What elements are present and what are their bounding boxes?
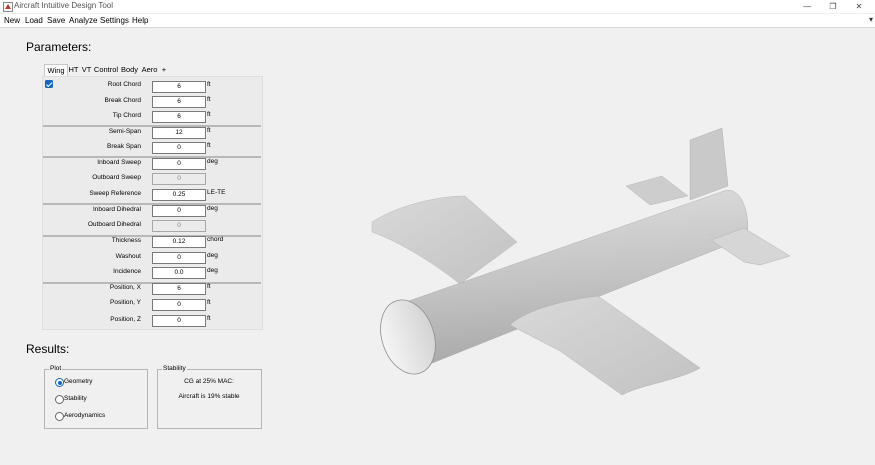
root-chord-unit: ft xyxy=(207,81,211,88)
menu-bar: New Load Save Analyze Settings Help ▾ xyxy=(0,14,875,28)
break-chord-input[interactable]: 6 xyxy=(152,96,206,108)
menu-load[interactable]: Load xyxy=(25,16,43,25)
root-chord-input[interactable]: 6 xyxy=(152,81,206,93)
plot-group-legend: Plot xyxy=(49,365,63,372)
tab-add[interactable]: + xyxy=(160,64,168,76)
break-span-unit: ft xyxy=(207,142,211,149)
menu-help[interactable]: Help xyxy=(132,16,148,25)
outboard-sweep-input: 0 xyxy=(152,173,206,185)
inboard-sweep-input[interactable]: 0 xyxy=(152,158,206,170)
break-span-label: Break Span xyxy=(107,143,141,150)
position-x-label: Position, X xyxy=(109,284,141,291)
incidence-input[interactable]: 0.0 xyxy=(152,267,206,279)
break-span-input[interactable]: 0 xyxy=(152,142,206,154)
outboard-dihedral-label: Outboard Dihedral xyxy=(87,221,141,228)
maximize-button[interactable]: ❐ xyxy=(820,0,846,13)
menu-new[interactable]: New xyxy=(4,16,20,25)
position-x-unit: ft xyxy=(207,283,211,290)
tip-chord-label: Tip Chord xyxy=(112,112,141,119)
sweep-reference-unit: LE-TE xyxy=(207,189,226,196)
inboard-dihedral-input[interactable]: 0 xyxy=(152,205,206,217)
close-button[interactable]: ✕ xyxy=(846,0,872,13)
incidence-unit: deg xyxy=(207,267,218,274)
tip-chord-input[interactable]: 6 xyxy=(152,111,206,123)
break-chord-unit: ft xyxy=(207,96,211,103)
semi-span-unit: ft xyxy=(207,127,211,134)
tab-aero[interactable]: Aero xyxy=(140,64,159,76)
aerodynamics-radio[interactable] xyxy=(55,412,64,421)
position-y-label: Position, Y xyxy=(110,299,141,306)
thickness-input[interactable]: 0.12 xyxy=(152,236,206,248)
tab-ht[interactable]: HT xyxy=(67,64,80,76)
results-heading: Results: xyxy=(26,342,70,356)
position-z-label: Position, Z xyxy=(110,316,141,323)
title-bar: Aircraft Intuitive Design Tool — ❐ ✕ xyxy=(0,0,875,13)
semi-span-label: Semi-Span xyxy=(108,128,141,135)
menu-settings[interactable]: Settings xyxy=(100,16,129,25)
outboard-dihedral-input: 0 xyxy=(152,220,206,232)
position-y-input[interactable]: 0 xyxy=(152,299,206,311)
minimize-button[interactable]: — xyxy=(794,0,820,13)
washout-unit: deg xyxy=(207,252,218,259)
menu-save[interactable]: Save xyxy=(47,16,65,25)
thickness-unit: chord xyxy=(207,236,224,243)
stability-group-legend: Stability xyxy=(162,365,187,372)
geometry-radio-label[interactable]: Geometry xyxy=(64,378,93,385)
tab-vt[interactable]: VT xyxy=(80,64,93,76)
far-horizontal-tail xyxy=(625,175,689,206)
sweep-reference-input[interactable]: 0.25 xyxy=(152,189,206,201)
pin-icon[interactable]: ▾ xyxy=(869,15,873,24)
washout-input[interactable]: 0 xyxy=(152,252,206,264)
incidence-label: Incidence xyxy=(113,268,141,275)
inboard-dihedral-label: Inboard Dihedral xyxy=(92,206,141,213)
window-title: Aircraft Intuitive Design Tool xyxy=(14,1,114,10)
position-z-unit: ft xyxy=(207,315,211,322)
tab-body[interactable]: Body xyxy=(120,64,139,76)
menu-analyze[interactable]: Analyze xyxy=(69,16,97,25)
tab-control[interactable]: Control xyxy=(93,64,119,76)
position-x-input[interactable]: 6 xyxy=(152,283,206,295)
vertical-tail xyxy=(689,127,729,201)
stability-radio[interactable] xyxy=(55,395,64,404)
near-wing xyxy=(509,295,701,396)
aircraft-geometry-plot[interactable] xyxy=(330,100,830,400)
aerodynamics-radio-label[interactable]: Aerodynamics xyxy=(64,412,105,419)
thickness-label: Thickness xyxy=(111,237,141,244)
inboard-dihedral-unit: deg xyxy=(207,205,218,212)
geometry-radio[interactable] xyxy=(55,378,64,387)
stability-radio-label[interactable]: Stability xyxy=(64,395,87,402)
stability-status-text: Aircraft is 19% stable xyxy=(178,393,240,400)
outboard-sweep-label: Outboard Sweep xyxy=(92,174,141,181)
parameters-heading: Parameters: xyxy=(26,40,92,54)
sweep-reference-label: Sweep Reference xyxy=(89,190,141,197)
cg-text: CG at 25% MAC: xyxy=(184,378,234,385)
tip-chord-unit: ft xyxy=(207,111,211,118)
position-z-input[interactable]: 0 xyxy=(152,315,206,327)
semi-span-input[interactable]: 12 xyxy=(152,127,206,139)
app-icon xyxy=(3,2,13,12)
position-y-unit: ft xyxy=(207,299,211,306)
root-chord-label: Root Chord xyxy=(107,81,141,88)
washout-label: Washout xyxy=(115,253,141,260)
inboard-sweep-unit: deg xyxy=(207,158,218,165)
break-chord-label: Break Chord xyxy=(104,97,142,104)
inboard-sweep-label: Inboard Sweep xyxy=(97,159,141,166)
